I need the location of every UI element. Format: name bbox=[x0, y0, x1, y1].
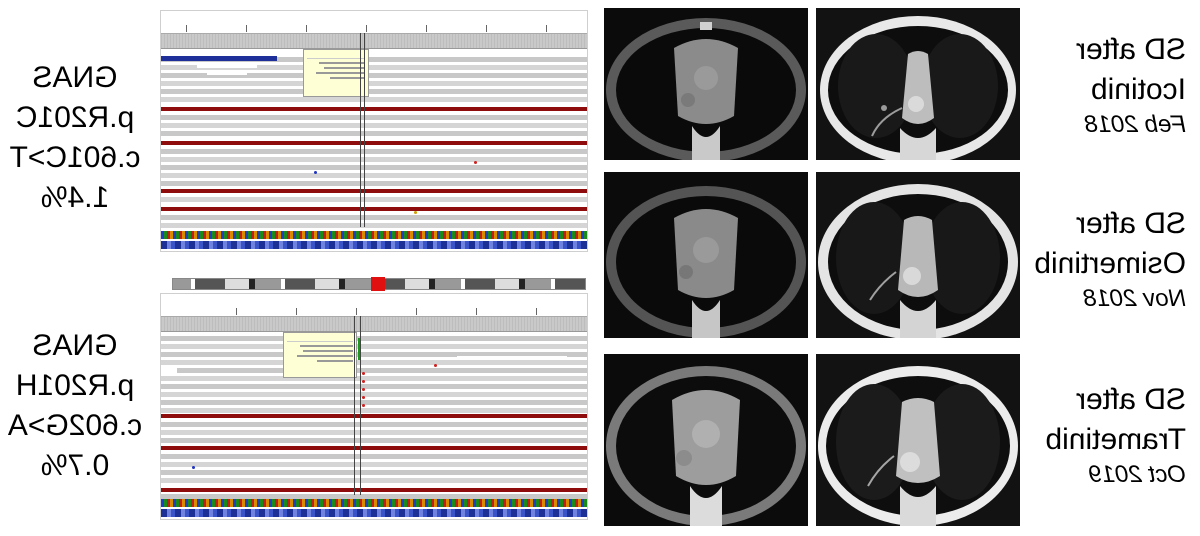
reference-sequence bbox=[161, 499, 587, 507]
drug-name: Icotinib bbox=[1090, 73, 1186, 106]
chromosome-ideogram bbox=[172, 277, 586, 291]
genome-ruler bbox=[161, 294, 587, 317]
gene-name: GNAS bbox=[32, 61, 118, 94]
treatment-date: Oct 2019 bbox=[1088, 461, 1186, 488]
reference-sequence bbox=[161, 231, 587, 239]
igv-allele-popup bbox=[283, 332, 357, 378]
drug-name: Osimertinib bbox=[1034, 247, 1186, 280]
ct-lung-window-image-1 bbox=[816, 8, 1020, 160]
igv-alignment-panel-1 bbox=[160, 10, 588, 252]
gene-track bbox=[161, 241, 587, 249]
protein-change: p.R201H bbox=[15, 369, 135, 402]
mutation-label-1: GNAS p.R201C c.601C>T 1.4% bbox=[0, 58, 150, 218]
igv-alignment-panel-2 bbox=[160, 293, 588, 520]
cdna-change: c.601C>T bbox=[9, 141, 141, 174]
ct-lung-window-image-3 bbox=[816, 354, 1020, 526]
treatment-label-3: SD after Trametinib Oct 2019 bbox=[1036, 380, 1186, 490]
drug-name: Trametinib bbox=[1045, 423, 1186, 456]
ct-mediastinal-window-image-2 bbox=[604, 172, 808, 338]
protein-change: p.R201C bbox=[15, 101, 135, 134]
mutation-label-2: GNAS p.R201H c.602G>A 0.7% bbox=[0, 326, 150, 486]
genome-ruler bbox=[161, 11, 587, 34]
treatment-label-1: SD after Icotinib Feb 2018 bbox=[1036, 30, 1186, 140]
gene-track bbox=[161, 509, 587, 517]
ct-mediastinal-window-image-3 bbox=[604, 354, 808, 526]
coverage-track bbox=[161, 317, 587, 332]
ct-lung-window-image-2 bbox=[816, 172, 1020, 338]
ct-mediastinal-window-image-1 bbox=[604, 8, 808, 160]
status-text: SD after bbox=[1075, 383, 1186, 416]
treatment-date: Nov 2018 bbox=[1083, 285, 1186, 312]
cdna-change: c.602G>A bbox=[7, 409, 143, 442]
treatment-label-2: SD after Osimertinib Nov 2018 bbox=[1034, 204, 1186, 314]
coverage-track bbox=[161, 34, 587, 49]
variant-frequency: 0.7% bbox=[40, 449, 110, 482]
variant-frequency: 1.4% bbox=[40, 181, 110, 214]
gene-name: GNAS bbox=[32, 329, 118, 362]
treatment-date: Feb 2018 bbox=[1084, 111, 1186, 138]
status-text: SD after bbox=[1075, 207, 1186, 240]
reads-track bbox=[161, 51, 587, 235]
status-text: SD after bbox=[1075, 33, 1186, 66]
figure: GNAS p.R201C c.601C>T 1.4% GNAS p.R201H … bbox=[0, 0, 1200, 536]
